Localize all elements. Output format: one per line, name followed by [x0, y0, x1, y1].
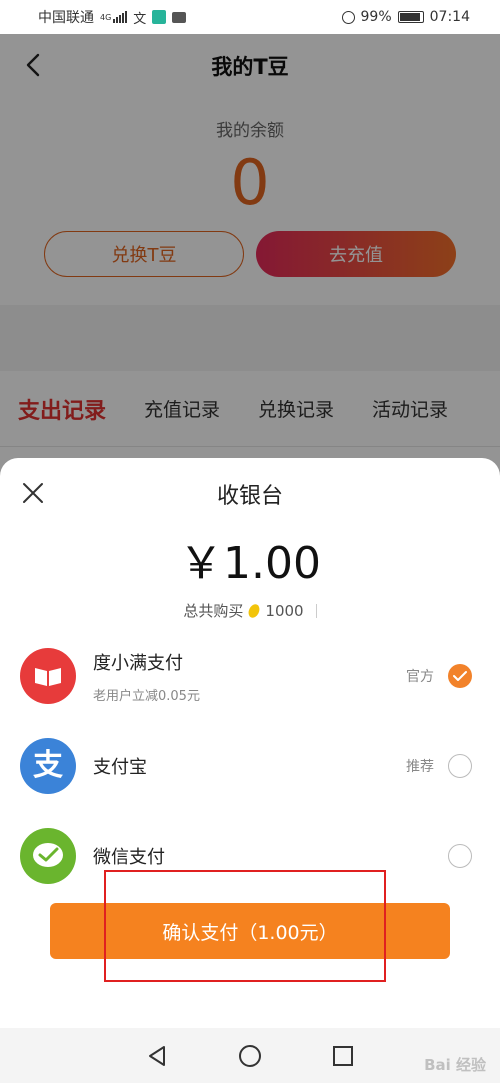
payment-method-wechat[interactable]: 微信支付	[0, 811, 500, 901]
clock-time: 07:14	[429, 9, 470, 25]
app-notification-icon: 文	[133, 11, 147, 27]
nav-recents-icon[interactable]	[331, 1044, 355, 1068]
method-tag: 推荐	[406, 759, 434, 775]
unselected-radio-icon[interactable]	[448, 844, 472, 868]
battery-icon	[397, 11, 424, 23]
app-notification-icon-2	[152, 10, 167, 24]
method-name: 支付宝	[93, 757, 147, 778]
status-bar: 中国联通 4G 文 99% 07:14	[0, 0, 500, 34]
network-type: 4G	[100, 12, 112, 22]
sheet-header: 收银台	[0, 458, 500, 530]
purchase-label: 总共购买	[183, 602, 244, 620]
battery-percent: 99%	[360, 9, 392, 25]
confirm-payment-button[interactable]: 确认支付（1.00元）	[50, 903, 450, 959]
briefcase-icon	[172, 11, 187, 23]
method-name: 度小满支付	[93, 652, 183, 674]
divider	[315, 603, 317, 618]
method-promo: 老用户立减0.05元	[93, 688, 200, 704]
signal-icon	[113, 11, 128, 23]
unselected-radio-icon[interactable]	[448, 754, 472, 778]
purchase-count: 1000	[265, 601, 304, 620]
alipay-icon: 支	[20, 738, 76, 794]
alarm-icon	[341, 10, 355, 24]
du-xiaoman-icon	[20, 648, 76, 704]
nav-home-icon[interactable]	[238, 1044, 262, 1068]
payment-methods: 度小满支付 老用户立减0.05元 官方 支 支付宝 推荐 微信支付	[0, 631, 500, 901]
checkout-title: 收银台	[216, 484, 283, 509]
method-tag: 官方	[406, 669, 434, 685]
payment-method-alipay[interactable]: 支 支付宝 推荐	[0, 721, 500, 811]
method-name: 微信支付	[93, 847, 165, 868]
selected-check-icon[interactable]	[448, 664, 472, 688]
wechat-pay-icon	[20, 828, 76, 884]
purchase-summary: 总共购买 1000	[0, 600, 500, 621]
close-icon[interactable]	[22, 482, 44, 504]
payment-method-duxiaoman[interactable]: 度小满支付 老用户立减0.05元 官方	[0, 631, 500, 721]
payment-amount: ￥1.00	[179, 538, 321, 589]
nav-back-icon[interactable]	[145, 1044, 169, 1068]
checkout-sheet: 收银台 ￥1.00 总共购买 1000 度小满支付 老用户立减0.05元 官方 …	[0, 458, 500, 1028]
t-bean-icon	[246, 602, 262, 619]
carrier-name: 中国联通	[38, 10, 94, 26]
watermark-logo: Bai 经验	[424, 1056, 486, 1074]
